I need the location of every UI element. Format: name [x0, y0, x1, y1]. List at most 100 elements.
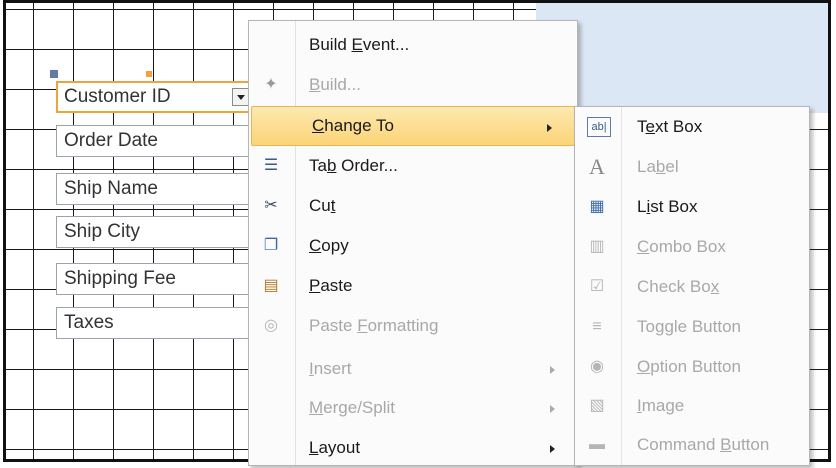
- label-part: P: [309, 276, 321, 295]
- build-icon: ✦: [264, 76, 278, 93]
- field-label: Customer ID: [64, 86, 171, 107]
- menu-item-label: Change To: [312, 107, 394, 145]
- label-part: E: [351, 35, 363, 54]
- menu-item-merge-split[interactable]: Merge/Split: [249, 388, 577, 428]
- menu-item-label: Check Box: [637, 267, 719, 307]
- taxes-field[interactable]: Taxes: [56, 307, 256, 339]
- field-label: Order Date: [64, 130, 158, 151]
- submenu-item-check-box[interactable]: ☑ Check Box: [575, 267, 809, 307]
- submenu-arrow-icon: [550, 405, 555, 413]
- menu-item-label: Paste: [309, 266, 352, 306]
- label-part: Cu: [309, 196, 331, 215]
- label-part: B: [720, 435, 732, 454]
- command-button-icon: ▬: [589, 436, 605, 453]
- submenu-item-combo-box[interactable]: ▥ Combo Box: [575, 227, 809, 267]
- menu-item-label: List Box: [637, 187, 698, 227]
- label-part: hange To: [324, 116, 394, 135]
- label-part: opy: [321, 236, 349, 255]
- menu-item-label: Cut: [309, 186, 335, 226]
- label-part: e: [645, 117, 655, 136]
- submenu-item-list-box[interactable]: ▦ List Box: [575, 187, 809, 227]
- submenu-item-label[interactable]: A Label: [575, 147, 809, 187]
- label-part: ayout: [318, 438, 361, 457]
- menu-item-change-to[interactable]: Change To: [251, 106, 575, 146]
- menu-item-label: Layout: [309, 428, 360, 468]
- label-part: F: [357, 316, 368, 335]
- option-button-icon: ◉: [590, 358, 604, 375]
- label-part: ption Button: [650, 357, 741, 376]
- field-label: Ship Name: [64, 178, 158, 199]
- field-label: Ship City: [64, 221, 141, 242]
- customer-id-combo[interactable]: Customer ID: [56, 81, 256, 113]
- submenu-item-option-button[interactable]: ◉ Option Button: [575, 347, 809, 387]
- menu-item-paste[interactable]: ▤ Paste: [249, 266, 577, 306]
- text-box-icon: ab|: [587, 117, 611, 137]
- label-part: nsert: [313, 359, 352, 378]
- submenu-item-image[interactable]: ▧ Image: [575, 386, 809, 426]
- menu-item-label: Build...: [309, 65, 361, 105]
- submenu-item-command-button[interactable]: ▬ Command Button: [575, 425, 809, 465]
- label-part: mage: [641, 396, 685, 415]
- label-part: C: [637, 237, 650, 256]
- form-design-canvas: Customer ID Order Date Ship Name Ship Ci…: [0, 0, 836, 466]
- menu-item-paste-formatting[interactable]: ◎ Paste Formatting: [249, 306, 577, 346]
- copy-icon: ❐: [263, 237, 279, 254]
- ship-city-field[interactable]: Ship City: [56, 216, 256, 248]
- label-part: uild...: [320, 75, 361, 94]
- ship-name-field[interactable]: Ship Name: [56, 173, 256, 205]
- menu-item-label: Option Button: [637, 347, 741, 387]
- menu-item-label: Text Box: [637, 107, 702, 147]
- label-part: Paste: [309, 316, 358, 335]
- menu-item-layout[interactable]: Layout: [249, 428, 577, 468]
- label-part: Order...: [336, 156, 398, 175]
- label-part: Command: [637, 435, 721, 454]
- menu-item-label: Label: [637, 147, 679, 187]
- label-part: Build: [309, 35, 352, 54]
- menu-item-label: Insert: [309, 349, 352, 389]
- menu-item-label: Copy: [309, 226, 349, 266]
- menu-item-label: Paste Formatting: [309, 306, 438, 346]
- menu-item-build-event[interactable]: Build Event...: [249, 25, 577, 65]
- tab-order-icon: ☰: [263, 157, 279, 174]
- label-part: t: [330, 196, 336, 215]
- menu-item-label: Build Event...: [309, 25, 409, 65]
- menu-item-label: Merge/Split: [309, 388, 395, 428]
- shipping-fee-field[interactable]: Shipping Fee: [56, 263, 256, 295]
- menu-item-build[interactable]: ✦ Build...: [249, 65, 577, 105]
- selection-size-handle[interactable]: [146, 71, 152, 77]
- label-part: b: [655, 157, 666, 176]
- label-part: Check Bo: [637, 277, 711, 296]
- menu-item-tab-order[interactable]: ☰ Tab Order...: [249, 146, 577, 186]
- menu-item-label: Toggle Button: [637, 307, 741, 347]
- menu-item-copy[interactable]: ❐ Copy: [249, 226, 577, 266]
- label-part: vent...: [362, 35, 410, 54]
- list-box-icon: ▦: [589, 198, 605, 215]
- field-label: Taxes: [64, 312, 114, 333]
- menu-item-cut[interactable]: ✂ Cut: [249, 186, 577, 226]
- label-icon: A: [589, 154, 605, 179]
- label-part: el: [665, 157, 679, 176]
- submenu-item-toggle-button[interactable]: ≡ Toggle Button: [575, 307, 809, 347]
- label-part: C: [312, 116, 325, 135]
- submenu-arrow-icon: [550, 366, 555, 374]
- submenu-arrow-icon: [547, 124, 552, 132]
- paste-formatting-icon: ◎: [264, 317, 278, 334]
- label-part: aste: [320, 276, 353, 295]
- label-part: erge/Split: [323, 398, 395, 417]
- label-part: La: [637, 157, 656, 176]
- order-date-field[interactable]: Order Date: [56, 125, 256, 157]
- combo-box-icon: ▥: [589, 238, 605, 255]
- check-box-icon: ☑: [589, 278, 605, 295]
- menu-item-insert[interactable]: Insert: [249, 349, 577, 389]
- label-part: C: [309, 236, 322, 255]
- toggle-button-icon: ≡: [592, 318, 602, 335]
- menu-item-label: Combo Box: [637, 227, 726, 267]
- context-menu: Build Event... ✦ Build... Change To ☰ Tab Ord…: [248, 20, 578, 466]
- label-part: M: [309, 398, 324, 417]
- paste-icon: ▤: [263, 277, 279, 294]
- label-part: T: [637, 117, 646, 136]
- scissors-icon: ✂: [264, 197, 278, 214]
- change-to-submenu: ab| Text Box A Label ▦ List Box ▥ Combo Box ☑ Che…: [574, 106, 810, 466]
- submenu-item-text-box[interactable]: ab| Text Box: [575, 107, 809, 147]
- selection-move-handle[interactable]: [50, 70, 58, 78]
